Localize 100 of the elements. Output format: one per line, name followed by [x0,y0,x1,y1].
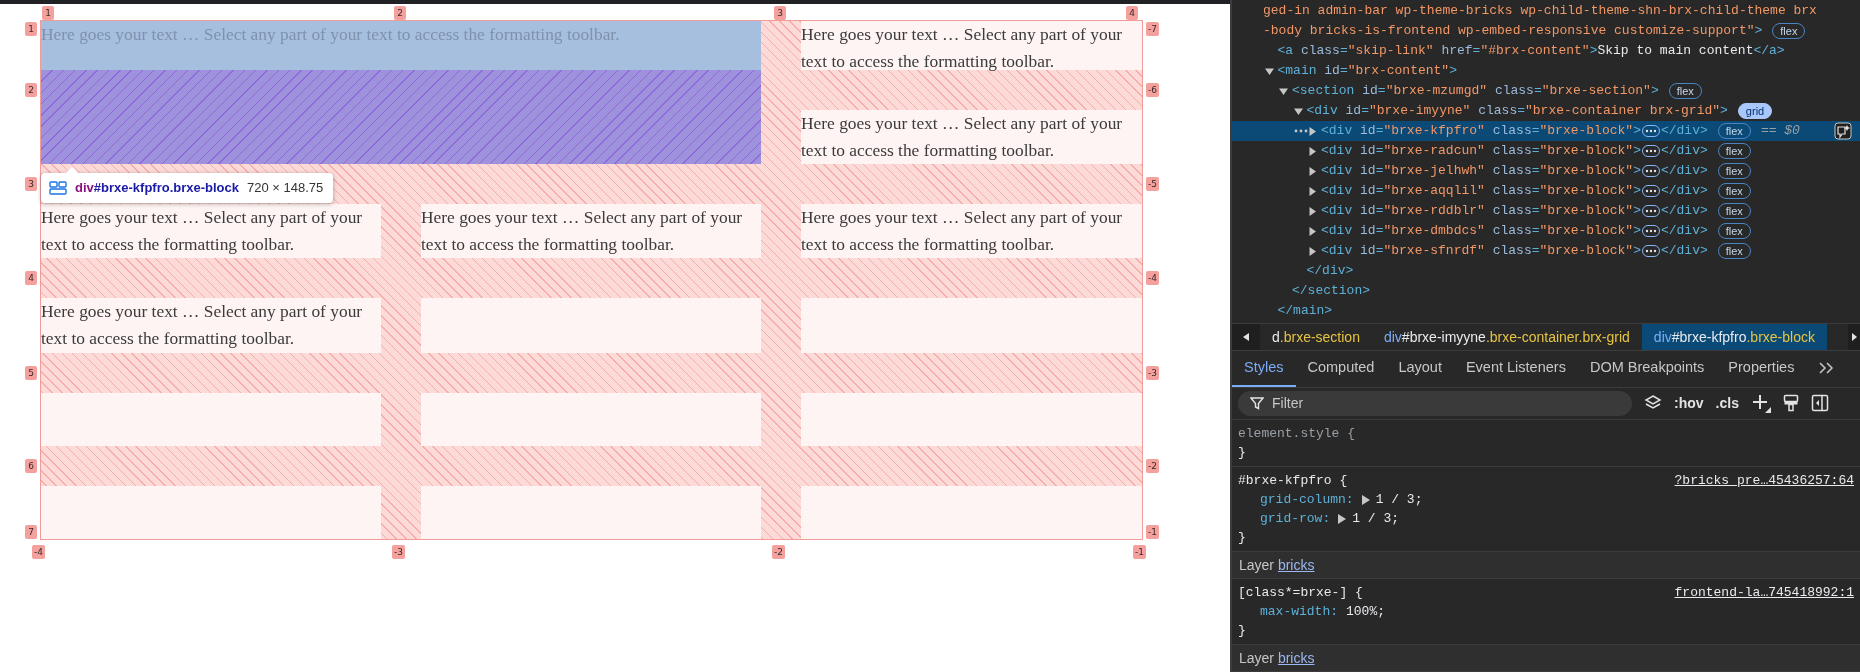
plus-icon[interactable] [1750,393,1771,414]
expand-triangle-icon[interactable] [1308,146,1317,156]
breadcrumb-item[interactable]: d.brxe-section [1260,324,1372,351]
grid-line-label: -3 [1146,366,1159,380]
layout-badge[interactable]: flex [1717,243,1751,259]
css-selector-text: element.style { [1238,425,1356,443]
expand-triangle-icon[interactable] [1308,206,1317,216]
layer-link[interactable]: bricks [1277,650,1315,666]
panel-tab[interactable]: Event Listeners [1453,351,1578,387]
grid-line-label: 2 [394,6,406,20]
layer-label: Layer [1239,650,1275,666]
expand-triangle-icon[interactable] [1338,513,1347,524]
expand-triangle-icon[interactable] [1308,226,1317,236]
ellipsis-icon[interactable] [1641,145,1660,157]
ellipsis-icon[interactable] [1641,245,1660,257]
element-selector-text: div#brxe-kfpfro.brxe-block [75,179,239,197]
dom-node-text[interactable]: <main id="brx-content"> [1277,61,1457,81]
ellipsis-icon[interactable] [1641,125,1660,137]
dom-node-text[interactable]: <div id="brxe-rddblr" class="brxe-block"> [1321,201,1641,221]
dom-node-text[interactable]: <div id="brxe-aqqlil" class="brxe-block"> [1321,181,1641,201]
grid-line-label: -2 [772,545,785,559]
closing-tag-text: </div> [1660,222,1708,240]
grid-line-label: 3 [774,6,786,20]
stylesheet-link[interactable]: ?bricks_pre…45436257:64 [1674,471,1854,490]
breadcrumb-item[interactable]: div#brxe-kfpfro.brxe-block [1641,324,1827,351]
paragraph-text: Here goes your text … Select any part of your text to access the formatting toolbar. [801,204,1142,258]
grid-line-label: -2 [1146,459,1159,473]
paragraph-text: Here goes your text … Select any part of your text to access the formatting toolbar. [801,110,1142,164]
closing-tag-text: </div> [1660,242,1708,260]
dom-node-text[interactable]: <section id="brxe-mzumgd" class="brxe-section"> [1292,81,1659,101]
closing-brace-text: } [1238,530,1246,545]
grid-line-label: 5 [25,366,37,380]
layer-link[interactable]: bricks [1277,557,1315,573]
ellipsis-icon[interactable] [1641,205,1660,217]
grid-line-label: 6 [25,459,37,473]
ellipsis-icon[interactable] [1641,225,1660,237]
css-property-name[interactable]: grid-row: [1260,509,1331,528]
stylesheet-link[interactable]: frontend-la…745418992:1 [1674,583,1854,602]
filter-icon [1250,396,1264,411]
grid-line-label: -5 [1146,177,1159,191]
grid-line-label: -4 [1146,271,1159,285]
toolbar-toggle-button[interactable]: .cls [1715,392,1739,414]
dom-node-text[interactable]: <a class="skip-link" href="#brx-content">Skip to main content</a> [1277,41,1785,61]
breadcrumb-item[interactable]: div#brxe-imyyne.brxe-container.brx-grid [1371,324,1642,351]
dom-node-text[interactable]: -body bricks-is-frontend wp-embed-responsive customize-support"> [1263,21,1763,41]
collapse-triangle-icon[interactable] [1293,106,1303,116]
css-selector-text: #brxe-kfpfro { [1238,472,1348,490]
grid-line-label: 4 [1126,6,1138,20]
grid-line-label: -7 [1146,22,1159,36]
paragraph-text: Here goes your text … Select any part of your text to access the formatting toolbar. [41,298,381,353]
ellipsis-icon[interactable] [1641,165,1660,177]
panel-tab[interactable]: Styles [1232,351,1296,387]
grid-layout-icon [49,180,67,195]
expand-triangle-icon[interactable] [1308,126,1317,136]
closing-brace-text: } [1238,623,1246,638]
expand-triangle-icon[interactable] [1308,166,1317,176]
closing-tag-text: </div> [1660,142,1708,160]
left-triangle-icon [1243,333,1249,342]
paragraph-text: Here goes your text … Select any part of your text to access the formatting toolbar. [41,204,381,258]
css-property-name[interactable]: grid-column: [1260,490,1354,509]
dom-node-text[interactable]: ged-in admin-bar wp-theme-bricks wp-child-theme-shn-brx-child-theme brx [1263,1,1817,21]
ellipsis-icon[interactable] [1641,185,1660,197]
css-property-value[interactable]: 100%; [1346,602,1386,621]
filter-field[interactable]: Filter [1238,390,1632,416]
scroll-left-button[interactable] [1232,324,1260,351]
css-property-value[interactable]: 1 / 3; [1352,509,1400,528]
panel-tab[interactable]: DOM Breakpoints [1577,351,1717,387]
right-triangle-icon [1851,333,1857,342]
double-chevron-icon [1818,362,1835,375]
sidebar-toggle-icon[interactable] [1810,394,1829,413]
css-property-name[interactable]: max-width: [1260,602,1338,621]
paint-brush-icon[interactable] [1782,394,1799,413]
expand-triangle-icon[interactable] [1308,186,1317,196]
dom-node-text[interactable]: <div id="brxe-kfpfro" class="brxe-block"> [1321,121,1641,141]
collapse-triangle-icon[interactable] [1279,86,1288,96]
panel-tab[interactable]: Layout [1386,351,1454,387]
expand-triangle-icon[interactable] [1308,246,1317,256]
dom-node-text[interactable]: <div id="brxe-jelhwh" class="brxe-block"> [1321,161,1641,181]
grid-line-label: 7 [25,525,37,539]
grid-line-label: -4 [32,545,45,559]
closing-tag-text: </div> [1660,182,1708,200]
selected-row-highlight[interactable]: <div id="brxe-kfpfro" class="brxe-block"> </div> flex == $0 [1232,121,1860,141]
scroll-right-button[interactable] [1848,324,1860,351]
grid-line-label: 3 [25,177,37,191]
panel-tab[interactable]: Computed [1295,351,1387,387]
dom-node-text[interactable]: <div id="brxe-radcun" class="brxe-block"> [1321,141,1641,161]
dom-node-text[interactable]: <div id="brxe-dmbdcs" class="brxe-block"> [1321,221,1641,241]
css-property-value[interactable]: 1 / 3; [1375,490,1423,509]
more-options-icon[interactable] [1294,128,1308,134]
panel-tab[interactable]: Properties [1716,351,1807,387]
dom-node-text[interactable]: <div id="brxe-imyyne" class="brxe-container brx-grid"> [1306,101,1728,121]
layout-badge[interactable]: grid [1737,103,1773,119]
expand-triangle-icon[interactable] [1361,494,1370,505]
grid-line-label: 1 [42,6,54,20]
dom-node-text[interactable]: <div id="brxe-sfnrdf" class="brxe-block"> [1321,241,1641,261]
ai-assistant-icon[interactable] [1834,122,1852,140]
layer-label: Layer [1239,557,1275,573]
toolbar-toggle-button[interactable]: :hov [1674,392,1704,414]
grid-line-label: -3 [392,545,405,559]
collapse-triangle-icon[interactable] [1264,66,1274,76]
